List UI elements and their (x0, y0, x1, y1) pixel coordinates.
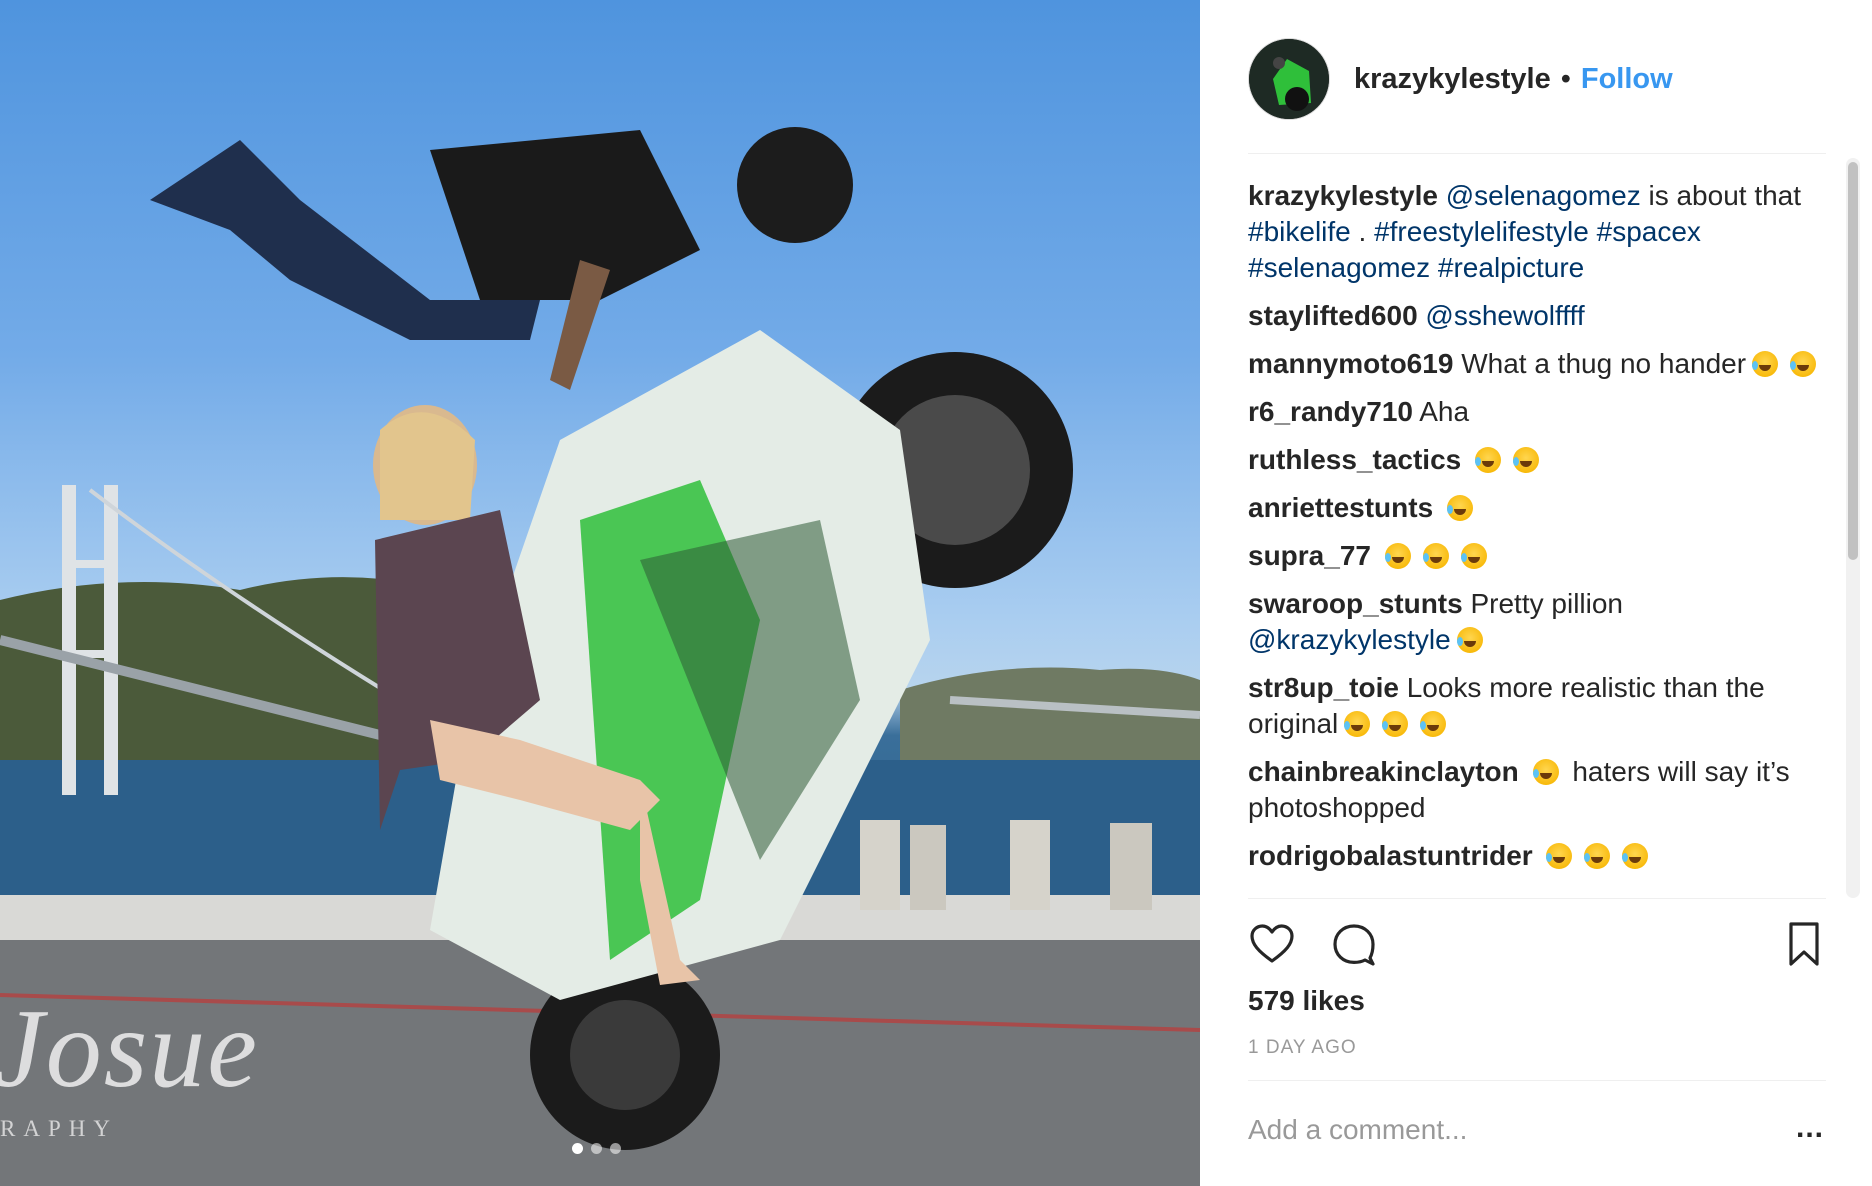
laughing-emoji-icon (1513, 447, 1539, 473)
comment-text (1589, 216, 1597, 247)
comment-author[interactable]: mannymoto619 (1248, 348, 1453, 379)
comment-text: . (1350, 216, 1375, 247)
post-username[interactable]: krazykylestyle (1354, 63, 1551, 96)
avatar-image (1249, 39, 1329, 119)
comment-item: rodrigobalastuntrider (1248, 838, 1828, 874)
carousel-dot[interactable] (591, 1143, 602, 1154)
comment-text (1430, 252, 1438, 283)
comment-text: Pretty pillion (1470, 588, 1623, 619)
post-header: krazykylestyle • Follow (1248, 38, 1673, 120)
laughing-emoji-icon (1475, 447, 1501, 473)
comments-list[interactable]: krazykylestyle @selenagomez is about tha… (1248, 178, 1828, 898)
laughing-emoji-icon (1584, 843, 1611, 869)
comment-link[interactable]: #realpicture (1438, 252, 1584, 283)
comment-item: r6_randy710 Aha (1248, 394, 1828, 430)
comment-text: Aha (1419, 396, 1470, 427)
comment-author[interactable]: rodrigobalastuntrider (1248, 840, 1533, 871)
laughing-emoji-icon (1460, 543, 1487, 569)
follow-button[interactable]: Follow (1581, 63, 1673, 96)
comment-link[interactable]: #spacex (1597, 216, 1701, 247)
laughing-emoji-icon (1384, 543, 1411, 569)
carousel-dot[interactable] (572, 1143, 583, 1154)
laughing-emoji-icon (1622, 843, 1649, 869)
laughing-emoji-icon (1532, 759, 1559, 785)
comment-link[interactable]: @selenagomez (1446, 180, 1641, 211)
laughing-emoji-icon (1546, 843, 1573, 869)
header-divider (1248, 153, 1826, 154)
add-comment-input[interactable] (1248, 1110, 1748, 1150)
photographer-watermark: Josue (0, 987, 260, 1111)
post-timestamp[interactable]: 1 DAY AGO (1248, 1037, 1357, 1059)
heart-icon[interactable] (1248, 920, 1296, 968)
laughing-emoji-icon (1344, 711, 1371, 737)
comment-text: What a thug no hander (1461, 348, 1747, 379)
comment-item: supra_77 (1248, 538, 1828, 574)
comment-link[interactable]: @krazykylestyle (1248, 624, 1451, 655)
comment-author[interactable]: swaroop_stunts (1248, 588, 1463, 619)
laughing-emoji-icon (1446, 495, 1473, 521)
more-options-button[interactable]: ... (1796, 1113, 1824, 1143)
speech-bubble-icon[interactable] (1330, 920, 1378, 968)
comment-item: krazykylestyle @selenagomez is about tha… (1248, 178, 1828, 286)
photographer-watermark-sub: RAPHY (0, 1116, 118, 1141)
comment-item: mannymoto619 What a thug no hander (1248, 346, 1828, 382)
comment-item: ruthless_tactics (1248, 442, 1828, 478)
laughing-emoji-icon (1752, 351, 1779, 377)
comment-item: chainbreakinclayton haters will say it’s… (1248, 754, 1828, 826)
comment-item: str8up_toie Looks more realistic than th… (1248, 670, 1828, 742)
header-separator: • (1560, 62, 1571, 95)
comment-item: swaroop_stunts Pretty pillion @krazykyle… (1248, 586, 1828, 658)
comments-scrollbar-thumb[interactable] (1848, 162, 1858, 560)
comment-author[interactable]: ruthless_tactics (1248, 444, 1461, 475)
comment-author[interactable]: staylifted600 (1248, 300, 1418, 331)
comment-item: anriettestunts (1248, 490, 1828, 526)
comment-link[interactable]: #selenagomez (1248, 252, 1430, 283)
post-photo[interactable]: Josue RAPHY (0, 0, 1200, 1186)
carousel-dot[interactable] (610, 1143, 621, 1154)
actions-divider (1248, 898, 1826, 899)
laughing-emoji-icon (1382, 711, 1409, 737)
laughing-emoji-icon (1456, 627, 1483, 653)
comment-link[interactable]: #freestylelifestyle (1374, 216, 1589, 247)
comment-divider (1248, 1080, 1826, 1081)
like-count[interactable]: 579 likes (1248, 985, 1365, 1017)
comment-item: staylifted600 @sshewolffff (1248, 298, 1828, 334)
comment-author[interactable]: chainbreakinclayton (1248, 756, 1519, 787)
comment-author[interactable]: r6_randy710 (1248, 396, 1413, 427)
comment-link[interactable]: @sshewolffff (1425, 300, 1584, 331)
comment-author[interactable]: supra_77 (1248, 540, 1371, 571)
comment-link[interactable]: #bikelife (1248, 216, 1351, 247)
laughing-emoji-icon (1420, 711, 1447, 737)
laughing-emoji-icon (1422, 543, 1449, 569)
laughing-emoji-icon (1790, 351, 1817, 377)
bookmark-icon[interactable] (1780, 920, 1828, 968)
comment-text: is about that (1640, 180, 1802, 211)
post-actions (1248, 920, 1828, 968)
avatar[interactable] (1248, 38, 1330, 120)
post-sidebar: krazykylestyle • Follow krazykylestyle @… (1200, 0, 1872, 1186)
carousel-indicator (572, 1143, 621, 1154)
comment-author[interactable]: krazykylestyle (1248, 180, 1438, 211)
comment-author[interactable]: anriettestunts (1248, 492, 1433, 523)
comment-author[interactable]: str8up_toie (1248, 672, 1399, 703)
